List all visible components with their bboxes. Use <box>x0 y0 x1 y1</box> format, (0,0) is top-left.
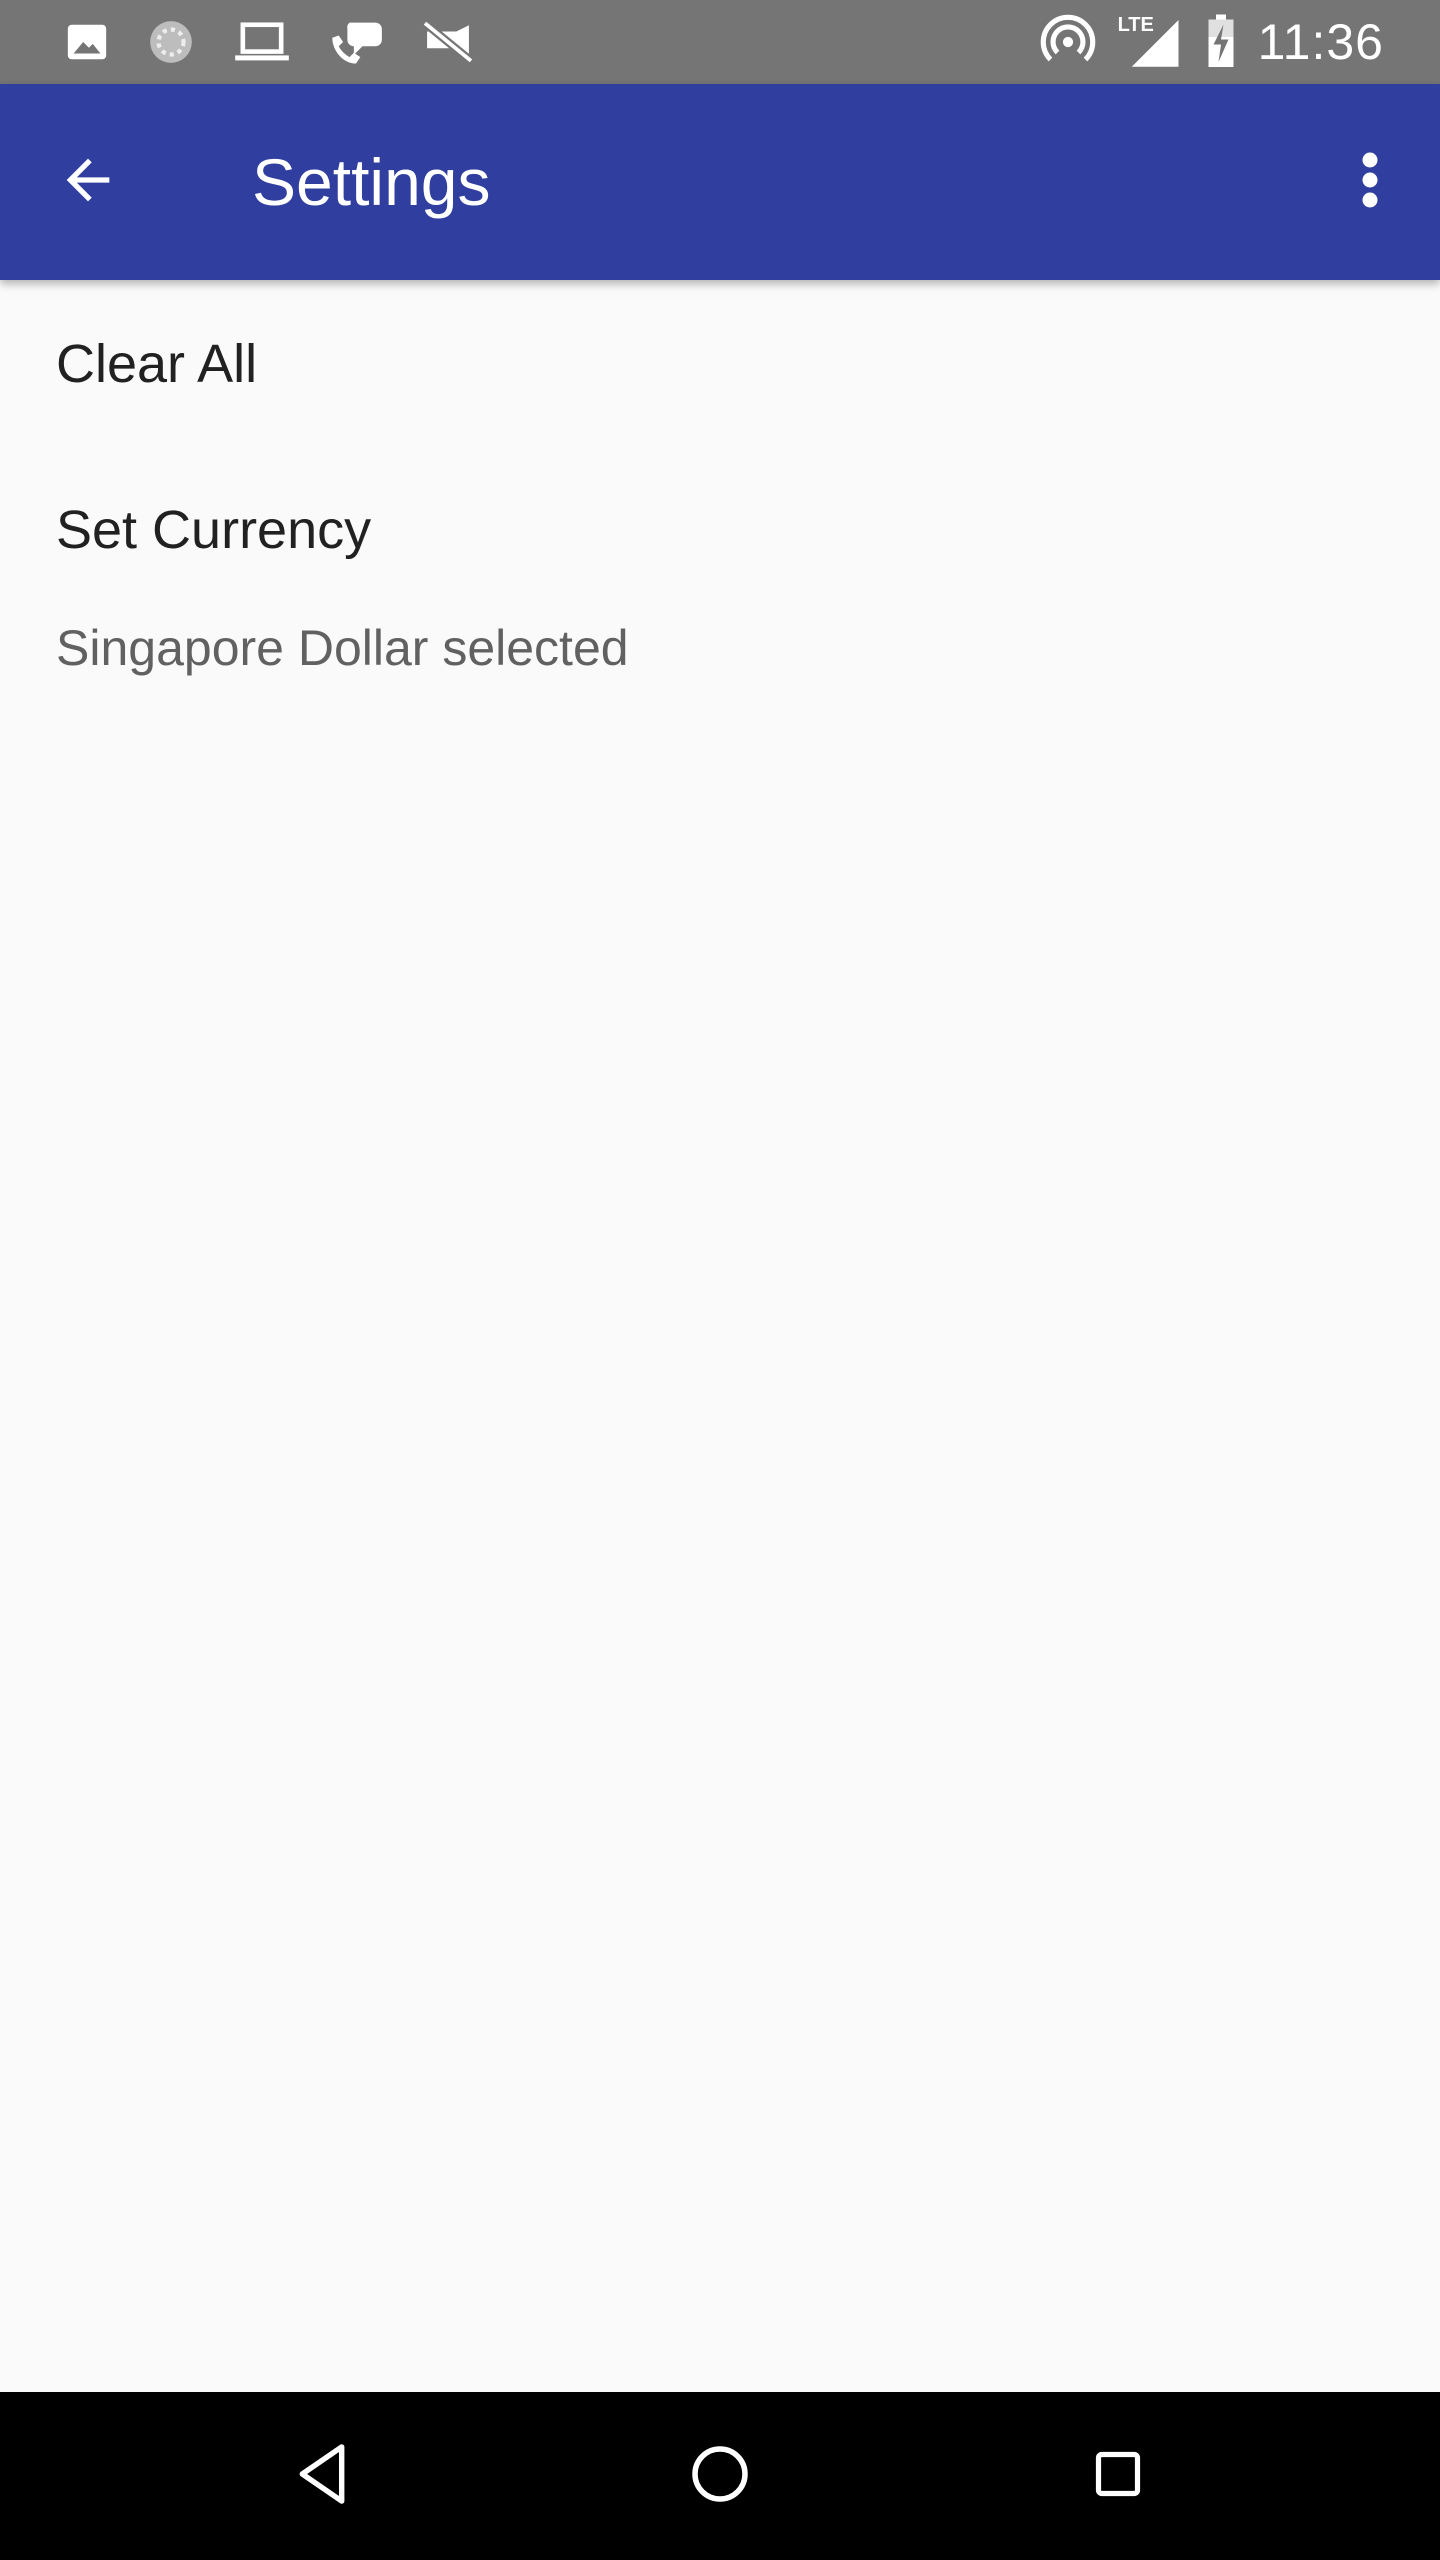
pref-set-currency[interactable]: Set Currency Singapore Dollar selected <box>0 448 1440 688</box>
no-camera-icon <box>420 19 476 65</box>
battery-charging-icon <box>1206 14 1236 70</box>
status-clock: 11:36 <box>1257 14 1384 70</box>
hotspot-icon <box>1040 14 1096 70</box>
pref-clear-all[interactable]: Clear All <box>0 280 1440 448</box>
app-bar: Settings <box>0 84 1440 280</box>
recents-icon <box>1092 2448 1144 2505</box>
more-vert-icon <box>1360 150 1380 215</box>
nav-back-button[interactable] <box>272 2426 372 2526</box>
settings-list: Clear All Set Currency Singapore Dollar … <box>0 280 1440 2392</box>
sync-icon <box>146 17 196 67</box>
system-icons: LTE 11:36 <box>1040 10 1384 74</box>
pref-title: Clear All <box>56 334 258 394</box>
navigation-bar <box>0 2392 1440 2560</box>
notification-icons <box>64 18 476 66</box>
pref-summary: Singapore Dollar selected <box>56 620 629 676</box>
signal-icon: LTE <box>1118 14 1184 70</box>
back-button[interactable] <box>40 134 136 230</box>
nav-home-button[interactable] <box>670 2426 770 2526</box>
overflow-menu-button[interactable] <box>1330 134 1410 230</box>
image-icon <box>64 19 110 65</box>
page-title: Settings <box>252 145 491 219</box>
chat-icon <box>328 16 384 68</box>
pref-title: Set Currency <box>56 500 372 560</box>
status-bar: LTE 11:36 <box>0 0 1440 84</box>
back-icon <box>292 2442 352 2511</box>
home-icon <box>690 2444 750 2509</box>
arrow-back-icon <box>56 148 120 217</box>
nav-recents-button[interactable] <box>1068 2426 1168 2526</box>
laptop-icon <box>232 19 292 65</box>
